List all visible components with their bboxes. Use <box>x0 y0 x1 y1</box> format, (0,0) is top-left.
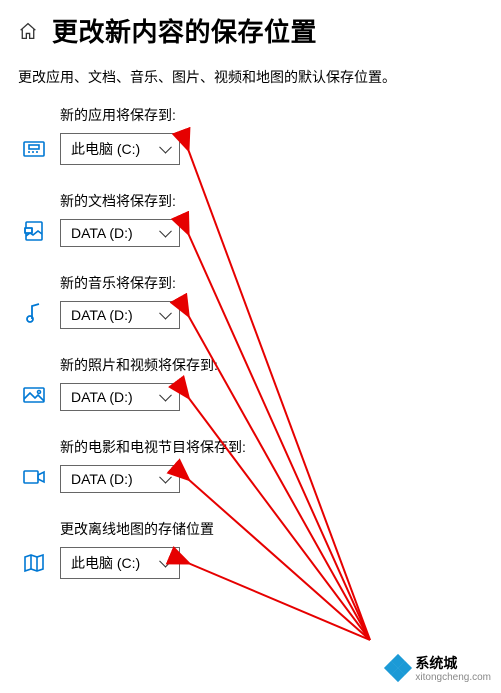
setting-label: 新的文档将保存到: <box>60 191 180 211</box>
photos-icon <box>22 383 46 407</box>
watermark-brand: 系统城 <box>415 655 457 671</box>
setting-row-maps: 更改离线地图的存储位置此电脑 (C:) <box>18 519 483 579</box>
setting-label: 新的音乐将保存到: <box>60 273 180 293</box>
drive-select[interactable]: DATA (D:) <box>60 465 180 493</box>
setting-label: 新的应用将保存到: <box>60 105 180 125</box>
setting-row-docs: 新的文档将保存到: DATA (D:) <box>18 191 483 247</box>
movies-icon <box>22 465 46 489</box>
apps-icon <box>22 137 46 161</box>
setting-label: 新的照片和视频将保存到: <box>60 355 218 375</box>
setting-row-music: 新的音乐将保存到: DATA (D:) <box>18 273 483 329</box>
setting-row-movies: 新的电影和电视节目将保存到: DATA (D:) <box>18 437 483 493</box>
page-title: 更改新内容的保存位置 <box>52 12 317 49</box>
watermark: 系统城 xitongcheng.com <box>387 653 491 683</box>
drive-select[interactable]: DATA (D:) <box>60 219 180 247</box>
home-icon[interactable] <box>18 22 38 40</box>
setting-label: 新的电影和电视节目将保存到: <box>60 437 246 457</box>
music-icon <box>22 301 46 325</box>
drive-select[interactable]: 此电脑 (C:) <box>60 547 180 579</box>
setting-label: 更改离线地图的存储位置 <box>60 519 214 539</box>
watermark-url: xitongcheng.com <box>415 673 491 683</box>
drive-select[interactable]: DATA (D:) <box>60 301 180 329</box>
maps-icon <box>22 551 46 575</box>
watermark-logo-icon <box>387 657 409 679</box>
page-subtitle: 更改应用、文档、音乐、图片、视频和地图的默认保存位置。 <box>18 67 483 87</box>
drive-select[interactable]: 此电脑 (C:) <box>60 133 180 165</box>
drive-select[interactable]: DATA (D:) <box>60 383 180 411</box>
setting-row-photos: 新的照片和视频将保存到: DATA (D:) <box>18 355 483 411</box>
setting-row-apps: 新的应用将保存到: 此电脑 (C:) <box>18 105 483 165</box>
docs-icon <box>22 219 46 243</box>
